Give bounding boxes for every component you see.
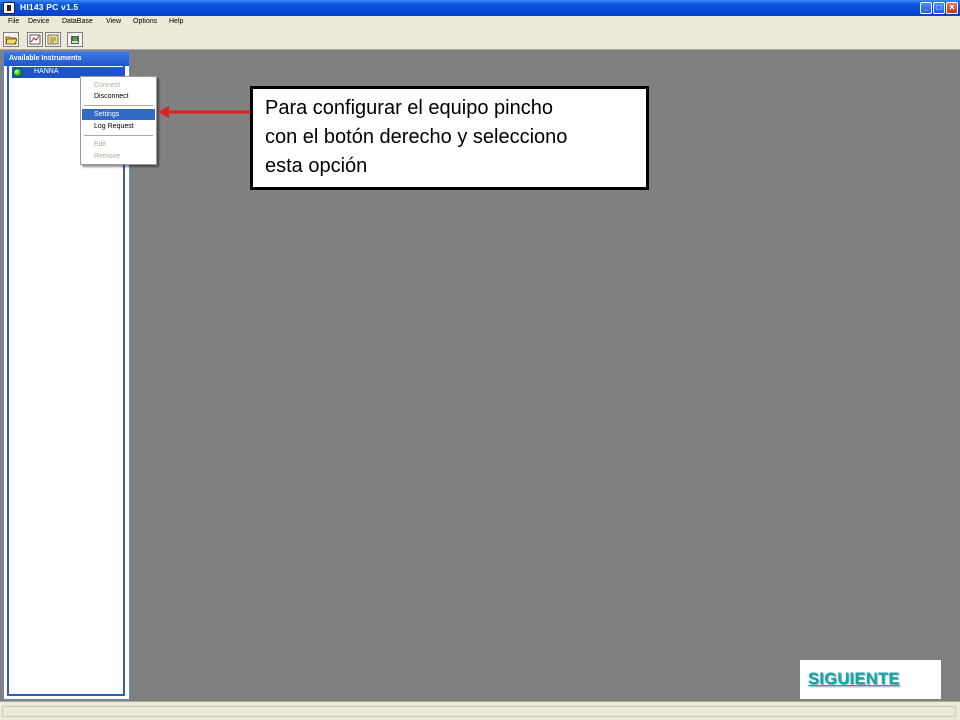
maximize-button[interactable]: □ [933, 2, 945, 14]
instrument-icon [71, 36, 79, 44]
close-icon: ✕ [948, 3, 956, 12]
open-folder-icon [5, 36, 17, 45]
window-title: HI143 PC v1.5 [20, 2, 79, 12]
next-link[interactable]: SIGUIENTE [808, 670, 900, 689]
open-button[interactable] [3, 32, 19, 47]
menu-file[interactable]: File [8, 18, 19, 25]
instrument-name: HANNA [34, 68, 59, 75]
menu-view[interactable]: View [106, 18, 121, 25]
context-item-settings[interactable]: Settings [82, 109, 155, 120]
notepad-button[interactable] [45, 32, 61, 47]
menu-separator [84, 105, 153, 106]
context-item-connect[interactable]: Connect [82, 80, 155, 91]
context-item-log-request[interactable]: Log Request [82, 121, 155, 132]
status-bar [0, 701, 960, 720]
callout-line: esta opción [265, 155, 368, 177]
menu-options[interactable]: Options [133, 18, 157, 25]
context-item-edit[interactable]: Edit [82, 139, 155, 150]
notepad-icon [47, 34, 59, 45]
close-button[interactable]: ✕ [946, 2, 958, 14]
chart-icon [29, 34, 41, 45]
next-box: SIGUIENTE [800, 660, 941, 699]
menu-separator [84, 135, 153, 136]
chart-button[interactable] [27, 32, 43, 47]
menu-device[interactable]: Device [28, 18, 49, 25]
menu-help[interactable]: Help [169, 18, 183, 25]
panel-title: Available Instruments [4, 52, 129, 66]
minimize-button[interactable]: _ [920, 2, 932, 14]
menu-database[interactable]: DataBase [62, 18, 93, 25]
instrument-button[interactable] [67, 32, 83, 47]
menu-bar: File Device DataBase View Options Help [0, 16, 960, 29]
context-item-remove[interactable]: Remove [82, 151, 155, 162]
status-led-icon [13, 68, 22, 77]
context-item-disconnect[interactable]: Disconnect [82, 91, 155, 102]
app-icon[interactable] [3, 2, 15, 14]
instruction-callout: Para configurar el equipo pincho con el … [250, 86, 649, 190]
minimize-icon: _ [923, 3, 929, 12]
toolbar [0, 29, 960, 50]
pointer-arrow-icon [158, 106, 251, 118]
title-bar[interactable]: HI143 PC v1.5 _ □ ✕ [0, 0, 960, 16]
callout-line: Para configurar el equipo pincho [265, 97, 553, 119]
callout-line: con el botón derecho y selecciono [265, 126, 568, 148]
maximize-icon: □ [936, 3, 942, 12]
context-menu: Connect Disconnect Settings Log Request … [80, 76, 157, 165]
